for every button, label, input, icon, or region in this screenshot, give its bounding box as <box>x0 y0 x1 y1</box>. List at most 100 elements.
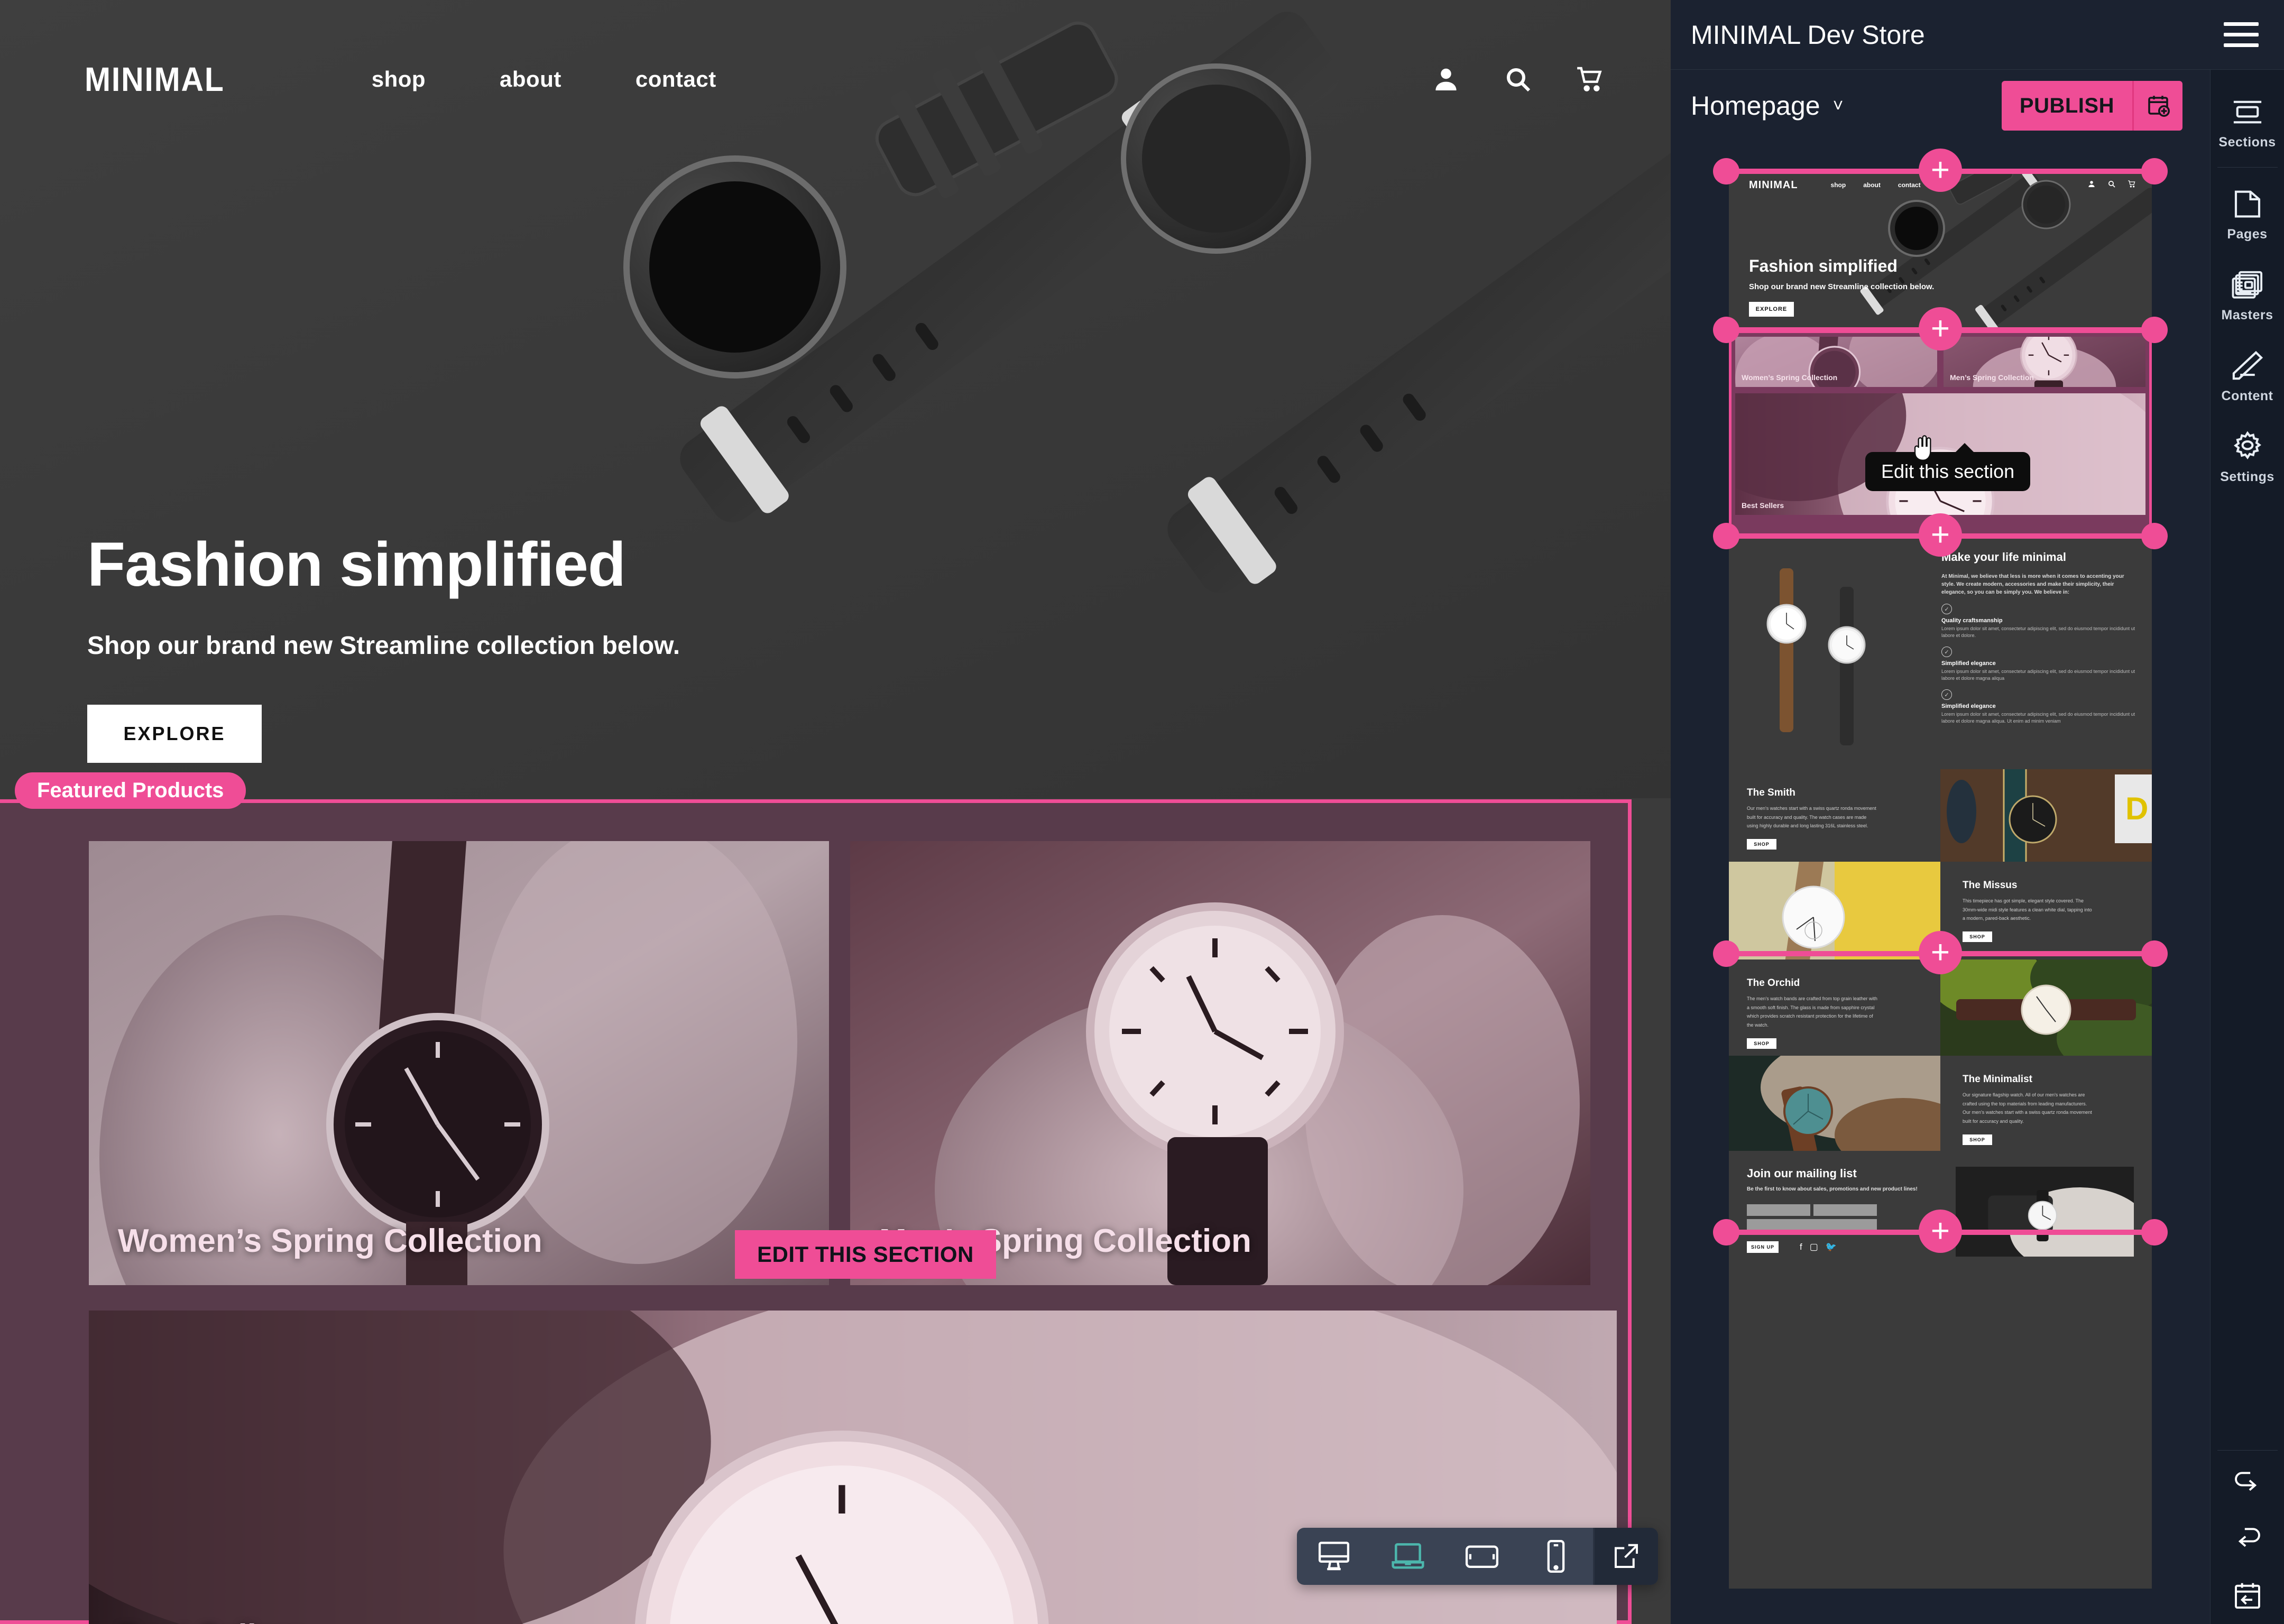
divider-handle-left[interactable] <box>1713 317 1739 343</box>
mens-collection-photo <box>850 841 1590 1285</box>
divider-handle-right[interactable] <box>2141 317 2168 343</box>
site-navbar[interactable]: MINIMAL shop about contact <box>0 0 1687 159</box>
sidebar-item-sections[interactable]: Sections <box>2211 81 2284 162</box>
page-thumbnail-canvas[interactable]: MINIMAL shop about contact Fashion simpl… <box>1713 149 2168 1589</box>
restore-version-button[interactable] <box>2211 1568 2284 1624</box>
editor-subbar[interactable]: Homepage ˅ PUBLISH <box>1671 70 2210 142</box>
section-divider[interactable]: + <box>1713 307 2168 350</box>
divider-handle-left[interactable] <box>1713 940 1739 967</box>
device-laptop-button[interactable] <box>1371 1528 1445 1585</box>
device-mobile-button[interactable] <box>1519 1528 1593 1585</box>
edit-section-tooltip: Edit this section <box>1865 443 2031 491</box>
nav-link-shop[interactable]: shop <box>372 67 426 92</box>
add-section-button[interactable]: + <box>1919 307 1962 350</box>
site-logo[interactable]: MINIMAL <box>85 60 225 99</box>
add-section-button[interactable]: + <box>1919 513 1962 557</box>
edit-this-section-button[interactable]: EDIT THIS SECTION <box>735 1230 996 1279</box>
schedule-publish-icon[interactable] <box>2134 81 2182 131</box>
featured-card-caption: Best Sellers <box>118 1618 306 1624</box>
undo-button[interactable] <box>2211 1512 2284 1568</box>
sidebar-item-label: Masters <box>2221 308 2273 322</box>
add-section-button[interactable]: + <box>1919 931 1962 974</box>
page-selector[interactable]: Homepage ˅ <box>1691 90 1843 121</box>
sidebar-item-label: Settings <box>2220 469 2274 484</box>
featured-card-mens[interactable]: Men’s Spring Collection <box>850 841 1590 1285</box>
sidebar-item-pages[interactable]: Pages <box>2211 173 2284 254</box>
search-icon[interactable] <box>1503 64 1533 94</box>
thumb-section-hero[interactable]: MINIMAL shop about contact Fashion simpl… <box>1729 172 2152 330</box>
thumb-product-text: The Orchid The men's watch bands are cra… <box>1729 959 1940 1056</box>
sidebar-item-settings[interactable]: Settings <box>2211 416 2284 496</box>
thumb-product-text: The Minimalist Our signature flagship wa… <box>1940 1056 2152 1151</box>
thumb-hero-subtitle: Shop our brand new Streamline collection… <box>1749 282 1935 291</box>
thumb-about-intro: At Minimal, we believe that less is more… <box>1941 574 2124 595</box>
sidebar-item-content[interactable]: Content <box>2211 335 2284 416</box>
featured-card-grid: Women’s Spring Collection Men’s Spring C… <box>89 841 1617 1285</box>
publish-control[interactable]: PUBLISH <box>2001 81 2182 131</box>
thumb-field-last-name <box>1813 1204 1877 1216</box>
thumb-section-product-smith[interactable]: The Smith Our men's watches start with a… <box>1729 769 2152 862</box>
editor-panel[interactable]: MINIMAL Dev Store Homepage ˅ PUBLISH MIN… <box>1671 0 2284 1624</box>
thumb-section-product-minimalist[interactable]: The Minimalist Our signature flagship wa… <box>1729 1056 2152 1151</box>
device-preview-toolbar[interactable] <box>1297 1528 1658 1585</box>
thumb-about-text: Make your life minimal At Minimal, we be… <box>1932 537 2152 769</box>
divider-handle-left[interactable] <box>1713 523 1739 549</box>
hero-section[interactable]: MINIMAL shop about contact Fashion simpl… <box>0 0 1687 798</box>
publish-button[interactable]: PUBLISH <box>2002 81 2132 131</box>
check-badge-icon: ✓ <box>1941 604 1952 614</box>
thumb-mailing-photo <box>1956 1167 2134 1257</box>
thumb-section-featured[interactable]: Women’s Spring Collection Men’s Spring C… <box>1729 330 2152 537</box>
orchid-watch-photo <box>1940 959 2152 1056</box>
section-divider[interactable]: + <box>1713 149 2168 192</box>
site-nav-icons[interactable] <box>1431 64 1605 94</box>
thumb-field-email <box>1747 1219 1877 1231</box>
thumb-section-about[interactable]: Make your life minimal At Minimal, we be… <box>1729 537 2152 769</box>
divider-handle-right[interactable] <box>2141 158 2168 184</box>
nav-link-contact[interactable]: contact <box>636 67 716 92</box>
rail-bottom-group[interactable] <box>2211 1445 2284 1624</box>
device-desktop-button[interactable] <box>1297 1528 1371 1585</box>
thumb-mailing-name-row <box>1747 1204 1940 1216</box>
thumb-about-item: ✓ Simplified elegance Lorem ipsum dolor … <box>1941 689 2137 725</box>
facebook-icon: f <box>1800 1241 1802 1252</box>
thumb-card-caption: Best Sellers <box>1742 501 1784 510</box>
rail-divider <box>2217 167 2278 168</box>
account-icon[interactable] <box>1431 64 1461 94</box>
editor-rail[interactable]: Overview Sections Pages <box>2210 0 2284 1624</box>
missus-watch-photo <box>1729 862 1940 959</box>
hamburger-menu-icon[interactable] <box>2224 15 2259 54</box>
thumb-nav-about: about <box>1863 181 1881 189</box>
site-preview-canvas[interactable]: MINIMAL shop about contact Fashion simpl… <box>0 0 1687 1624</box>
add-section-button[interactable]: + <box>1919 1210 1962 1253</box>
watch-pair-photo <box>1729 537 1932 769</box>
thumb-card-mens: Men’s Spring Collection <box>1944 337 2145 387</box>
device-tablet-button[interactable] <box>1445 1528 1519 1585</box>
featured-products-section[interactable]: Featured Products Women’s Spring Collect… <box>0 772 1632 1624</box>
svg-text:D: D <box>2125 791 2148 826</box>
thumb-mailing-actions: SIGN UP f ▢ 🐦 <box>1747 1241 1940 1253</box>
sidebar-item-masters[interactable]: Masters <box>2211 254 2284 335</box>
featured-card-womens[interactable]: Women’s Spring Collection <box>89 841 829 1285</box>
editor-main-column[interactable]: Homepage ˅ PUBLISH MINIMAL shop about co… <box>1671 0 2210 1624</box>
site-nav-links[interactable]: shop about contact <box>372 67 716 92</box>
smith-watch-photo: D <box>1940 769 2152 862</box>
add-section-button[interactable]: + <box>1919 149 1962 192</box>
sidebar-item-label: Sections <box>2218 135 2276 150</box>
hero-explore-button[interactable]: EXPLORE <box>87 705 262 763</box>
section-divider[interactable]: + <box>1713 931 2168 974</box>
thumb-product-photo <box>1729 1056 1940 1151</box>
open-external-button[interactable] <box>1595 1528 1658 1585</box>
redo-button[interactable] <box>2211 1456 2284 1512</box>
divider-handle-left[interactable] <box>1713 158 1739 184</box>
divider-handle-right[interactable] <box>2141 523 2168 549</box>
nav-link-about[interactable]: about <box>500 67 561 92</box>
divider-handle-left[interactable] <box>1713 1219 1739 1245</box>
thumb-product-photo <box>1729 862 1940 959</box>
thumb-social-links: f ▢ 🐦 <box>1800 1242 1837 1252</box>
thumb-hero-button: EXPLORE <box>1749 302 1794 317</box>
divider-handle-right[interactable] <box>2141 1219 2168 1245</box>
section-divider[interactable]: + <box>1713 513 2168 557</box>
divider-handle-right[interactable] <box>2141 940 2168 967</box>
cart-icon[interactable] <box>1575 64 1605 94</box>
section-divider[interactable]: + <box>1713 1210 2168 1253</box>
